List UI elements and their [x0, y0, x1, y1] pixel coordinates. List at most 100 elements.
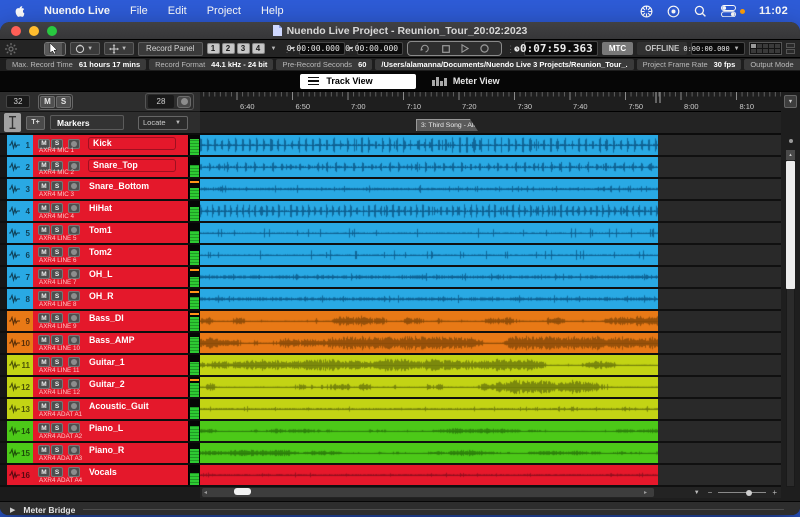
marker-button-1[interactable]: 1: [207, 43, 220, 54]
track-mute-button[interactable]: M: [38, 225, 50, 235]
marker-lane[interactable]: 3: Third Song - Alive: [200, 112, 781, 135]
track-header[interactable]: MSAcoustic_GuitAXR4 ADAT A1: [33, 399, 188, 419]
menu-bar-clock[interactable]: 11:02: [759, 5, 788, 17]
track-name[interactable]: Piano_R: [89, 445, 124, 455]
track-header[interactable]: MSHiHatAXR4 MIC 4: [33, 201, 188, 221]
track-lane-Bass_DI[interactable]: [200, 311, 781, 333]
track-solo-button[interactable]: S: [51, 445, 63, 455]
track-lane-Guitar_1[interactable]: [200, 355, 781, 377]
track-record-arm-button[interactable]: [68, 467, 80, 477]
stop-button[interactable]: [442, 45, 450, 53]
track-name[interactable]: OH_R: [89, 291, 113, 301]
track-row-Tom2[interactable]: 6MSTom2AXR4 LINE 6: [0, 245, 200, 267]
track-record-arm-button[interactable]: [68, 313, 80, 323]
track-mute-button[interactable]: M: [38, 379, 50, 389]
track-color-strip[interactable]: 2: [7, 157, 33, 177]
track-row-Snare_Bottom[interactable]: 3MSSnare_BottomAXR4 MIC 3: [0, 179, 200, 201]
track-name[interactable]: Tom1: [89, 225, 112, 235]
marker-button-3[interactable]: 3: [237, 43, 250, 54]
track-solo-button[interactable]: S: [51, 247, 63, 257]
track-row-Piano_R[interactable]: 15MSPiano_RAXR4 ADAT A3: [0, 443, 200, 465]
window-layout-buttons[interactable]: [786, 43, 795, 54]
track-solo-button[interactable]: S: [51, 335, 63, 345]
track-mute-button[interactable]: M: [38, 445, 50, 455]
track-record-arm-button[interactable]: [68, 203, 80, 213]
menu-edit[interactable]: Edit: [158, 5, 197, 17]
track-record-arm-button[interactable]: [68, 445, 80, 455]
track-record-arm-button[interactable]: [68, 423, 80, 433]
track-solo-button[interactable]: S: [51, 379, 63, 389]
control-center-icon[interactable]: [721, 5, 736, 17]
audio-clip[interactable]: [200, 333, 658, 353]
track-row-Guitar_1[interactable]: 11MSGuitar_1AXR4 LINE 11: [0, 355, 200, 377]
vertical-zoom-handle[interactable]: [789, 139, 793, 143]
audio-clip[interactable]: [200, 135, 658, 155]
jog-tool-button[interactable]: ▼: [70, 42, 100, 55]
track-record-arm-button[interactable]: [68, 357, 80, 367]
track-header[interactable]: MSVocalsAXR4 ADAT A4: [33, 465, 188, 485]
meter-bridge-bar[interactable]: ▶ Meter Bridge: [0, 501, 800, 515]
track-lane-Kick[interactable]: [200, 135, 781, 157]
markers-field[interactable]: Markers: [50, 115, 124, 130]
track-color-strip[interactable]: 11: [7, 355, 33, 375]
track-color-strip[interactable]: 9: [7, 311, 33, 331]
track-header[interactable]: MSOH_LAXR4 LINE 7: [33, 267, 188, 287]
track-name[interactable]: HiHat: [89, 203, 112, 213]
audio-clip[interactable]: [200, 399, 658, 419]
track-name[interactable]: Guitar_2: [89, 379, 125, 389]
right-locator-time[interactable]: 0:00:00.000: [357, 42, 403, 55]
track-mute-button[interactable]: M: [38, 357, 50, 367]
track-solo-button[interactable]: S: [51, 313, 63, 323]
track-mute-button[interactable]: M: [38, 203, 50, 213]
global-record-arm-button[interactable]: [177, 96, 191, 108]
track-mute-button[interactable]: M: [38, 181, 50, 191]
track-color-strip[interactable]: 12: [7, 377, 33, 397]
track-header[interactable]: MSBass_AMPAXR4 LINE 10: [33, 333, 188, 353]
track-color-strip[interactable]: 16: [7, 465, 33, 485]
track-solo-button[interactable]: S: [51, 423, 63, 433]
track-name[interactable]: Snare_Bottom: [89, 181, 149, 191]
track-name[interactable]: Snare_Top: [88, 159, 176, 172]
track-mute-button[interactable]: M: [38, 269, 50, 279]
track-name[interactable]: OH_L: [89, 269, 112, 279]
zoom-slider-thumb[interactable]: [746, 490, 752, 496]
track-lane-Guitar_2[interactable]: [200, 377, 781, 399]
track-mute-button[interactable]: M: [38, 401, 50, 411]
settings-gear-icon[interactable]: [5, 43, 17, 55]
mtc-button[interactable]: MTC: [602, 42, 633, 55]
audio-clip[interactable]: [200, 421, 658, 441]
audio-clip[interactable]: [200, 157, 658, 177]
track-name[interactable]: Bass_DI: [89, 313, 124, 323]
time-ruler[interactable]: 6:406:507:007:107:207:307:407:508:008:10…: [200, 92, 781, 112]
track-solo-button[interactable]: S: [51, 269, 63, 279]
track-color-strip[interactable]: 3: [7, 179, 33, 199]
track-name[interactable]: Guitar_1: [89, 357, 125, 367]
track-height-slider[interactable]: [4, 113, 21, 132]
track-lane-OH_L[interactable]: [200, 267, 781, 289]
track-color-strip[interactable]: 7: [7, 267, 33, 287]
global-solo-button[interactable]: S: [56, 96, 71, 108]
apple-menu-icon[interactable]: [12, 5, 34, 18]
pointer-tool-button[interactable]: [45, 43, 62, 55]
track-header[interactable]: MSPiano_LAXR4 ADAT A2: [33, 421, 188, 441]
audio-clip[interactable]: [200, 311, 658, 331]
track-row-Guitar_2[interactable]: 12MSGuitar_2AXR4 LINE 12: [0, 377, 200, 399]
record-panel-button[interactable]: Record Panel: [138, 42, 202, 56]
track-name[interactable]: Acoustic_Guit: [89, 401, 149, 411]
scroll-right-arrow[interactable]: ▸: [644, 489, 647, 496]
primary-time-display[interactable]: 0:07:59.363: [524, 41, 598, 56]
track-header[interactable]: MSKickAXR4 MIC 1: [33, 135, 188, 155]
menu-project[interactable]: Project: [197, 5, 251, 17]
keyboard-brightness-icon[interactable]: [640, 5, 653, 18]
track-mute-button[interactable]: M: [38, 247, 50, 257]
audio-clip[interactable]: [200, 289, 658, 309]
track-solo-button[interactable]: S: [51, 203, 63, 213]
track-header[interactable]: MSTom1AXR4 LINE 5: [33, 223, 188, 243]
track-color-strip[interactable]: 4: [7, 201, 33, 221]
marker-button-4[interactable]: 4: [252, 43, 265, 54]
close-window-button[interactable]: [11, 26, 21, 36]
zoom-in-button[interactable]: +: [772, 488, 777, 497]
track-row-Bass_AMP[interactable]: 10MSBass_AMPAXR4 LINE 10: [0, 333, 200, 355]
track-record-arm-button[interactable]: [68, 247, 80, 257]
track-name[interactable]: Kick: [88, 137, 176, 150]
